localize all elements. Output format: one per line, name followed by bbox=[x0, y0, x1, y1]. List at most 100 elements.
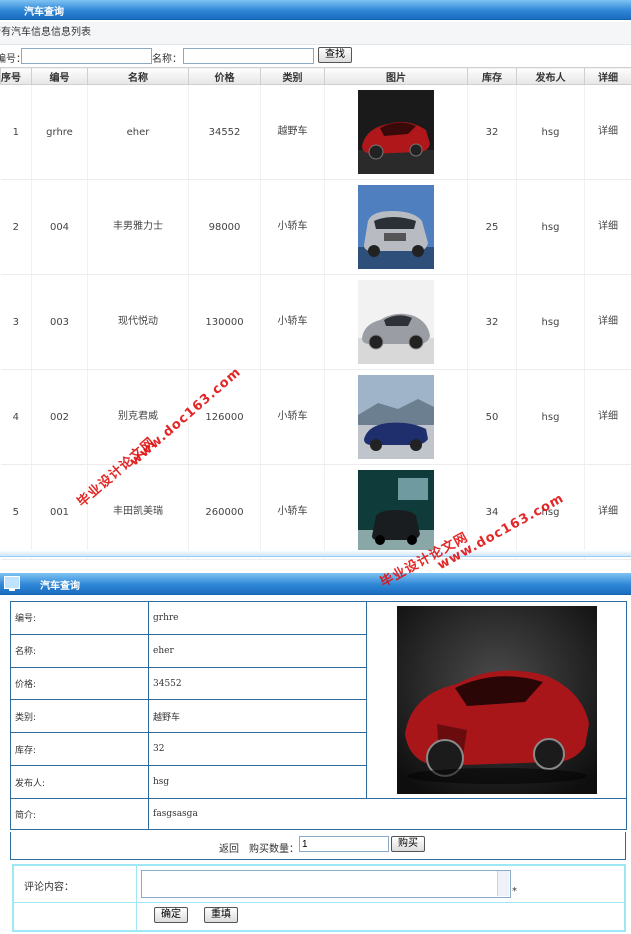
field-label: 名称: bbox=[10, 633, 149, 668]
qty-input[interactable] bbox=[299, 836, 389, 852]
list-title: 所有汽车信息信息列表 bbox=[0, 27, 91, 38]
cell-image bbox=[324, 179, 468, 275]
col-header: 名称 bbox=[87, 67, 189, 85]
comment-textarea[interactable] bbox=[141, 870, 511, 898]
cell-price: 260000 bbox=[188, 464, 261, 560]
section-separator bbox=[0, 550, 631, 557]
cell-category: 小轿车 bbox=[260, 369, 325, 465]
page-header: 汽车查询 bbox=[0, 0, 631, 20]
col-header: 发布人 bbox=[516, 67, 585, 85]
cell-publisher: hsg bbox=[516, 179, 585, 275]
detail-row: 简介: fasgsasga bbox=[10, 798, 627, 830]
comment-label-cell: 评论内容： bbox=[14, 866, 137, 903]
cell-name: 现代悦动 bbox=[87, 274, 189, 370]
cell-stock: 25 bbox=[467, 179, 517, 275]
reset-button[interactable]: 重填 bbox=[204, 907, 238, 923]
col-header: 详细 bbox=[584, 67, 631, 85]
cell-stock: 32 bbox=[467, 84, 517, 180]
field-label: 发布人: bbox=[10, 765, 149, 799]
field-value: 34552 bbox=[148, 666, 367, 701]
red-sports-car-thumbnail bbox=[358, 90, 434, 174]
cell-image bbox=[324, 369, 468, 465]
col-header: 价格 bbox=[188, 67, 261, 85]
cell-category: 小轿车 bbox=[260, 464, 325, 560]
cell-code: 002 bbox=[31, 369, 88, 465]
buy-row: 返回 购买数量： 购买 bbox=[10, 832, 626, 860]
cell-price: 34552 bbox=[188, 84, 261, 180]
cell-seq: 3 bbox=[0, 274, 32, 370]
table-row: 1 grhre eher 34552 越野车 32 hsg 详细 bbox=[0, 84, 631, 180]
detail-title: 汽车查询 bbox=[40, 581, 80, 592]
comment-label: 评论内容： bbox=[24, 882, 74, 893]
detail-link[interactable]: 详细 bbox=[584, 464, 631, 560]
table-row: 2 004 丰男雅力士 98000 小轿车 25 hsg 详细 bbox=[0, 179, 631, 275]
detail-link[interactable]: 详细 bbox=[584, 274, 631, 370]
scrollbar[interactable] bbox=[497, 871, 509, 896]
intro-value: fasgsasga bbox=[148, 798, 627, 830]
page-title: 汽车查询 bbox=[24, 7, 64, 18]
required-mark: * bbox=[512, 886, 517, 897]
submit-button[interactable]: 确定 bbox=[154, 907, 188, 923]
dark-suv-thumbnail bbox=[358, 470, 434, 554]
detail-image-cell bbox=[366, 601, 627, 799]
cell-seq: 2 bbox=[0, 179, 32, 275]
col-header: 类别 bbox=[260, 67, 325, 85]
qty-label: 购买数量： bbox=[249, 844, 299, 855]
cell-image bbox=[324, 274, 468, 370]
code-search-input[interactable] bbox=[21, 48, 152, 64]
comment-form: 评论内容： * 确定 重填 bbox=[12, 864, 626, 932]
search-bar: 编号： 名称： 查找 bbox=[0, 47, 631, 65]
back-link[interactable]: 返回 bbox=[219, 840, 239, 855]
table-header-row: 序号 编号 名称 价格 类别 图片 库存 发布人 详细 bbox=[0, 67, 631, 85]
cell-code: 004 bbox=[31, 179, 88, 275]
cell-publisher: hsg bbox=[516, 274, 585, 370]
name-search-label: 名称： bbox=[152, 54, 182, 65]
cell-code: 003 bbox=[31, 274, 88, 370]
field-label: 价格: bbox=[10, 666, 149, 701]
intro-label: 简介: bbox=[10, 798, 149, 830]
cell-category: 小轿车 bbox=[260, 274, 325, 370]
table-row: 4 002 别克君威 126000 小轿车 50 hsg 详细 bbox=[0, 369, 631, 465]
table-row: 3 003 现代悦动 130000 小轿车 32 hsg 详细 bbox=[0, 274, 631, 370]
col-header: 图片 bbox=[324, 67, 468, 85]
monitor-icon bbox=[4, 576, 20, 591]
cell-seq: 5 bbox=[0, 464, 32, 560]
detail-link[interactable]: 详细 bbox=[584, 369, 631, 465]
cell-category: 小轿车 bbox=[260, 179, 325, 275]
cell-name: eher bbox=[87, 84, 189, 180]
cell-publisher: hsg bbox=[516, 369, 585, 465]
blue-convertible-thumbnail bbox=[358, 375, 434, 459]
col-header: 序号 bbox=[0, 67, 32, 85]
cell-seq: 4 bbox=[0, 369, 32, 465]
cell-code: grhre bbox=[31, 84, 88, 180]
cell-image bbox=[324, 84, 468, 180]
car-detail-table: 编号: grhre 名称: eher 价格: 34552 类别: 越野车 库存:… bbox=[10, 601, 627, 830]
cell-price: 130000 bbox=[188, 274, 261, 370]
detail-row: 编号: grhre bbox=[10, 601, 627, 799]
cell-price: 98000 bbox=[188, 179, 261, 275]
cell-stock: 32 bbox=[467, 274, 517, 370]
red-sports-car-photo bbox=[396, 606, 597, 794]
field-label: 库存: bbox=[10, 732, 149, 767]
field-label: 编号: bbox=[10, 601, 149, 635]
cell-name: 丰男雅力士 bbox=[87, 179, 189, 275]
comment-input-cell: * bbox=[137, 866, 624, 903]
cell-code: 001 bbox=[31, 464, 88, 560]
cell-category: 越野车 bbox=[260, 84, 325, 180]
detail-header: 汽车查询 bbox=[0, 573, 631, 595]
search-button[interactable]: 查找 bbox=[318, 47, 352, 63]
buy-button[interactable]: 购买 bbox=[391, 836, 425, 852]
cell-seq: 1 bbox=[0, 84, 32, 180]
field-label: 类别: bbox=[10, 699, 149, 734]
silver-suv-thumbnail bbox=[358, 185, 434, 269]
cell-stock: 50 bbox=[467, 369, 517, 465]
col-header: 库存 bbox=[467, 67, 517, 85]
col-header: 编号 bbox=[31, 67, 88, 85]
detail-link[interactable]: 详细 bbox=[584, 179, 631, 275]
detail-link[interactable]: 详细 bbox=[584, 84, 631, 180]
field-value: hsg bbox=[148, 765, 367, 799]
list-title-bar: 所有汽车信息信息列表 bbox=[0, 22, 631, 45]
field-value: grhre bbox=[148, 601, 367, 635]
silver-coupe-thumbnail bbox=[358, 280, 434, 364]
name-search-input[interactable] bbox=[183, 48, 314, 64]
